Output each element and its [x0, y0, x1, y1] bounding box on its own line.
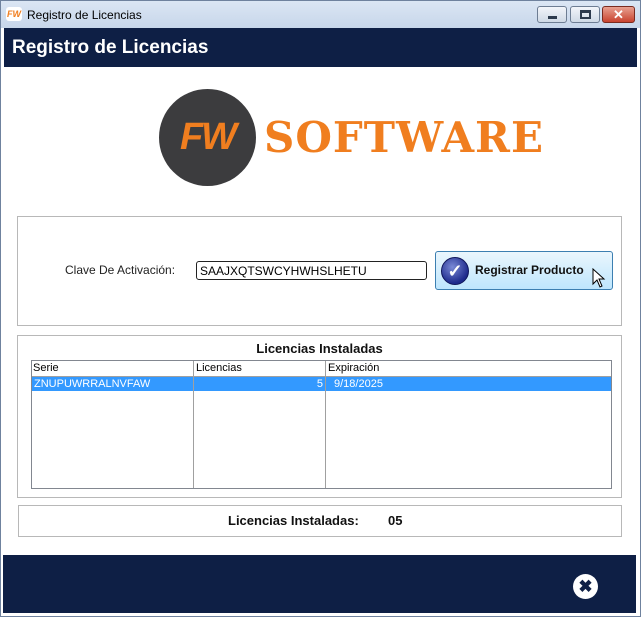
- column-header-expiracion[interactable]: Expiración: [327, 361, 608, 376]
- page-title: Registro de Licencias: [12, 37, 209, 58]
- software-wordmark: SOFTWARE: [264, 113, 544, 162]
- maximize-button[interactable]: [570, 6, 600, 23]
- column-divider: [325, 361, 326, 488]
- minimize-icon: [548, 16, 557, 19]
- activation-key-input[interactable]: [196, 261, 427, 280]
- check-circle-icon: ✓: [441, 257, 469, 285]
- row-licencias: 5: [316, 378, 323, 390]
- installed-licenses-title: Licencias Instaladas: [256, 341, 383, 356]
- list-item[interactable]: ZNUPUWRRALNVFAW 5 9/18/2025: [32, 377, 611, 391]
- mouse-cursor-icon: [592, 268, 606, 288]
- list-header: Serie Licencias Expiración: [32, 361, 611, 377]
- fw-logo-monogram: FW: [179, 116, 237, 158]
- title-bar[interactable]: FW Registro de Licencias ✕: [1, 1, 640, 28]
- maximize-icon: [580, 10, 591, 19]
- installed-count-value: 05: [388, 513, 403, 528]
- column-divider: [193, 361, 194, 488]
- close-circle-icon[interactable]: ✖: [573, 574, 598, 599]
- row-expiracion: 9/18/2025: [334, 378, 383, 390]
- register-product-label: Registrar Producto: [475, 263, 584, 277]
- footer-banner: [3, 555, 636, 613]
- column-header-licencias[interactable]: Licencias: [195, 361, 326, 376]
- window-title: Registro de Licencias: [27, 8, 142, 22]
- app-logo-icon: FW: [6, 7, 22, 21]
- column-header-serie[interactable]: Serie: [32, 361, 194, 376]
- activation-key-label: Clave De Activación:: [65, 263, 176, 277]
- installed-count-label: Licencias Instaladas:: [228, 513, 359, 528]
- licenses-list[interactable]: Serie Licencias Expiración ZNUPUWRRALNVF…: [31, 360, 612, 489]
- window-close-button[interactable]: ✕: [602, 6, 635, 23]
- close-icon: ✕: [613, 7, 624, 22]
- minimize-button[interactable]: [537, 6, 567, 23]
- row-serie: ZNUPUWRRALNVFAW: [34, 378, 151, 390]
- register-product-button[interactable]: ✓ Registrar Producto: [435, 251, 613, 290]
- header-banner: Registro de Licencias: [4, 28, 637, 67]
